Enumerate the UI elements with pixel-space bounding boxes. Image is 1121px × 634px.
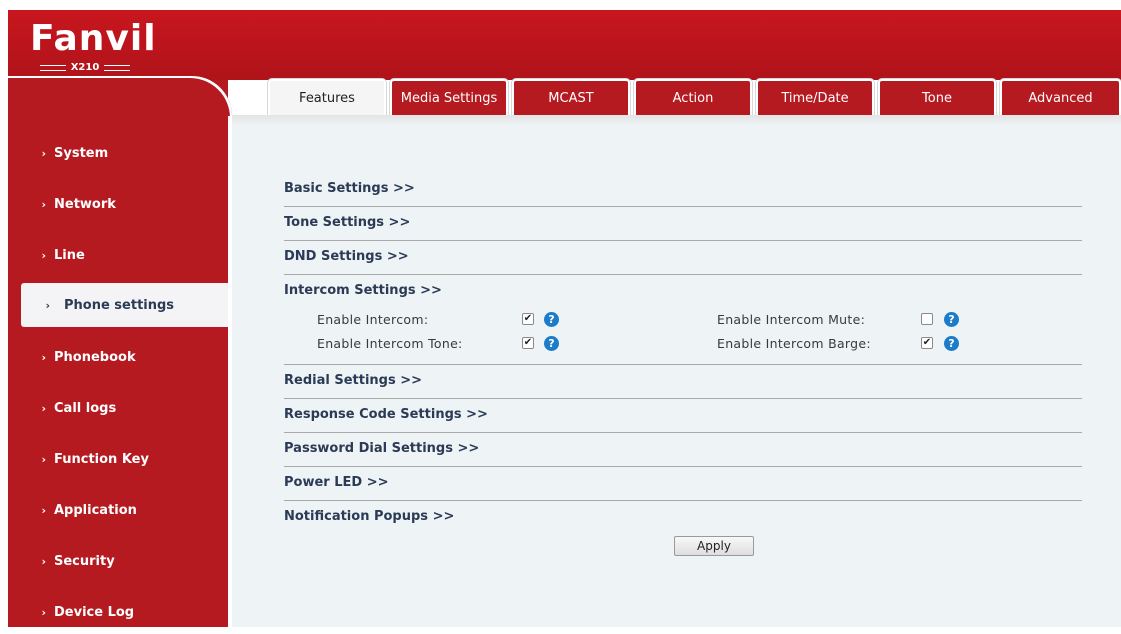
enable-intercom-label: Enable Intercom: (317, 312, 429, 327)
sidebar-item-label: Phone settings (64, 297, 175, 313)
chevron-right-icon: › (41, 605, 46, 619)
section-response-code-settings[interactable]: Response Code Settings >> (284, 400, 1082, 433)
section-tone-settings[interactable]: Tone Settings >> (284, 208, 1082, 241)
sidebar-item-label: Phonebook (54, 349, 136, 365)
section-intercom-settings[interactable]: Intercom Settings >> (284, 276, 1082, 309)
section-dnd-settings[interactable]: DND Settings >> (284, 242, 1082, 275)
fanvil-logo: Fanvil X210 (30, 20, 156, 74)
section-power-led[interactable]: Power LED >> (284, 468, 1082, 501)
sidebar-item-system[interactable]: › System (8, 131, 228, 175)
sidebar-item-network[interactable]: › Network (8, 182, 228, 226)
sidebar-item-label: Application (54, 502, 137, 518)
sidebar-item-device-log[interactable]: › Device Log (8, 590, 228, 634)
sidebar-item-phone-settings[interactable]: › Phone settings (21, 283, 228, 327)
help-icon[interactable]: ? (944, 312, 959, 327)
sidebar-item-security[interactable]: › Security (8, 539, 228, 583)
sidebar-top-curve (8, 76, 232, 116)
sidebar-item-call-logs[interactable]: › Call logs (8, 386, 228, 430)
logo-line-left (39, 65, 66, 71)
enable-intercom-mute-label: Enable Intercom Mute: (717, 312, 866, 327)
help-icon[interactable]: ? (544, 336, 559, 351)
logo-model: X210 (30, 62, 140, 74)
sidebar-item-application[interactable]: › Application (8, 488, 228, 532)
checkmark-icon: ✔ (523, 337, 533, 348)
enable-intercom-checkbox[interactable]: ✔ (522, 313, 534, 325)
sidebar-item-function-key[interactable]: › Function Key (8, 437, 228, 481)
sidebar-item-label: Network (54, 196, 116, 212)
header-bar: Fanvil X210 (8, 10, 1121, 80)
help-icon[interactable]: ? (544, 312, 559, 327)
apply-button[interactable]: Apply (674, 536, 754, 556)
tab-action[interactable]: Action (634, 79, 752, 115)
sidebar-item-line[interactable]: › Line (8, 233, 228, 277)
tab-advanced[interactable]: Advanced (1000, 79, 1121, 115)
tab-time-date[interactable]: Time/Date (756, 79, 874, 115)
chevron-right-icon: › (45, 298, 50, 312)
chevron-right-icon: › (41, 350, 46, 364)
tab-tone[interactable]: Tone (878, 79, 996, 115)
checkmark-icon: ✔ (922, 337, 932, 348)
enable-intercom-barge-label: Enable Intercom Barge: (717, 336, 871, 351)
chevron-right-icon: › (41, 401, 46, 415)
enable-intercom-tone-checkbox[interactable]: ✔ (522, 337, 534, 349)
checkmark-icon: ✔ (523, 313, 533, 324)
sidebar-item-label: System (54, 145, 109, 161)
tab-media-settings[interactable]: Media Settings (390, 79, 508, 115)
model-label: X210 (70, 62, 100, 73)
chevron-right-icon: › (41, 554, 46, 568)
enable-intercom-tone-label: Enable Intercom Tone: (317, 336, 463, 351)
sidebar-item-label: Security (54, 553, 115, 569)
tab-features[interactable]: Features (268, 79, 386, 115)
help-icon[interactable]: ? (944, 336, 959, 351)
sidebar-item-label: Line (54, 247, 85, 263)
sidebar-item-label: Call logs (54, 400, 117, 416)
chevron-right-icon: › (41, 146, 46, 160)
content-top-strip (232, 115, 1121, 125)
sidebar-item-phonebook[interactable]: › Phonebook (8, 335, 228, 379)
section-password-dial-settings[interactable]: Password Dial Settings >> (284, 434, 1082, 467)
chevron-right-icon: › (41, 452, 46, 466)
section-basic-settings[interactable]: Basic Settings >> (284, 174, 1082, 207)
chevron-right-icon: › (41, 197, 46, 211)
logo-wordmark: Fanvil (30, 18, 157, 59)
enable-intercom-mute-checkbox[interactable] (921, 313, 933, 325)
tab-mcast[interactable]: MCAST (512, 79, 630, 115)
section-redial-settings[interactable]: Redial Settings >> (284, 366, 1082, 399)
section-notification-popups[interactable]: Notification Popups >> (284, 502, 1082, 535)
sidebar-item-label: Device Log (54, 604, 135, 620)
sidebar-item-label: Function Key (54, 451, 149, 467)
chevron-right-icon: › (41, 503, 46, 517)
chevron-right-icon: › (41, 248, 46, 262)
logo-line-right (104, 65, 131, 71)
enable-intercom-barge-checkbox[interactable]: ✔ (921, 337, 933, 349)
